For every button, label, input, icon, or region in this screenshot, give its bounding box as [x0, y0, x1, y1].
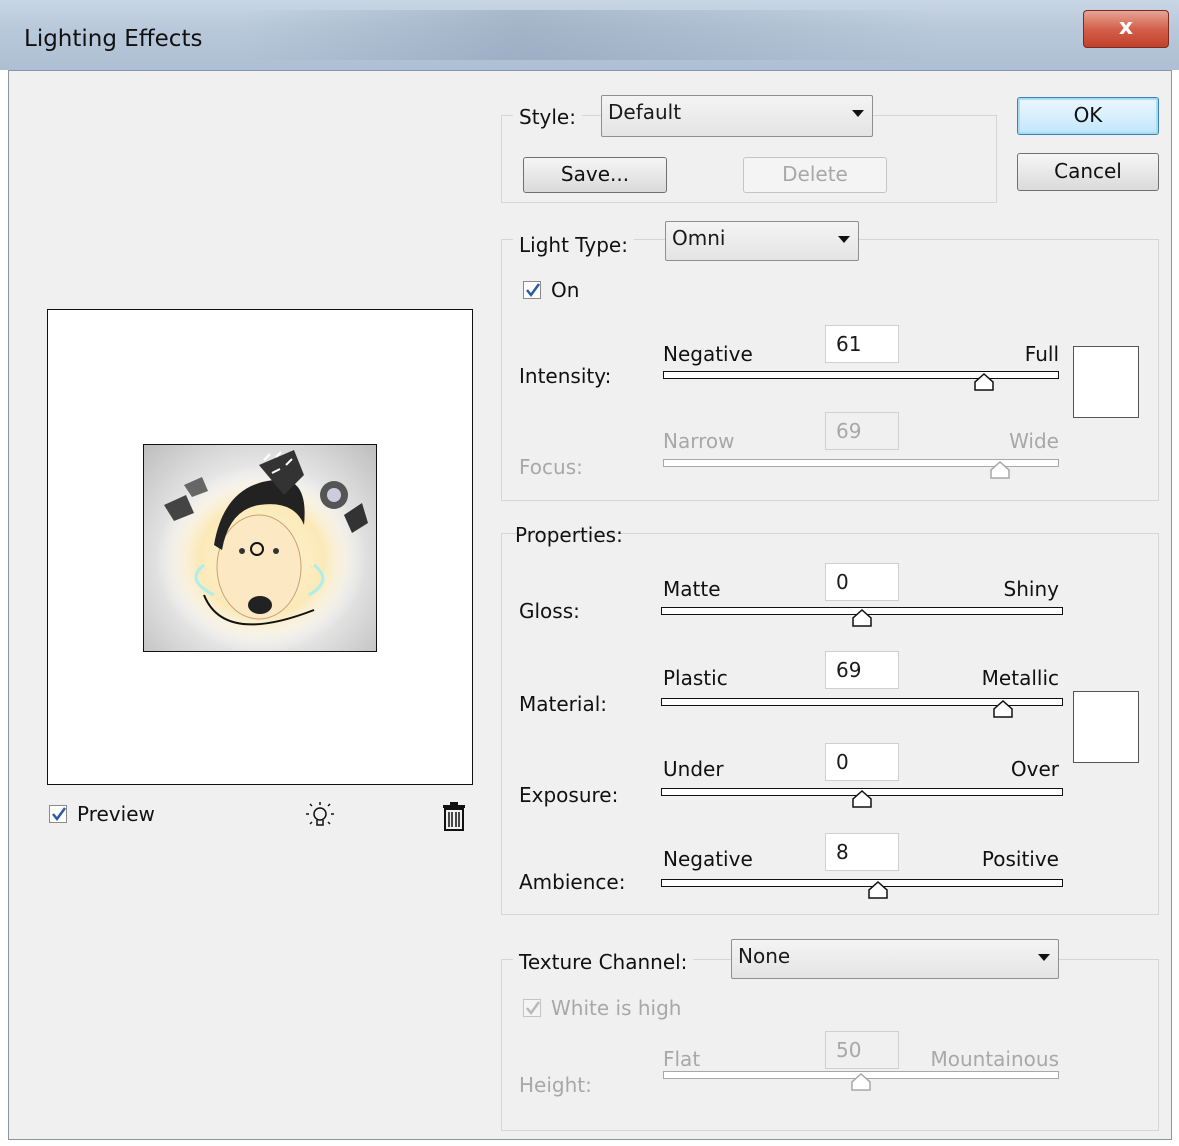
gloss-min-label: Matte — [663, 577, 721, 601]
dialog-client-area: Preview Style: Default Save... Delete OK… — [8, 70, 1172, 1140]
title-bar: Lighting Effects x — [0, 0, 1179, 70]
intensity-input[interactable]: 61 — [825, 325, 899, 363]
ambience-min-label: Negative — [663, 847, 753, 871]
preview-label: Preview — [77, 802, 155, 826]
style-label: Style: — [513, 105, 582, 129]
trash-icon[interactable] — [441, 801, 467, 835]
properties-label: Properties: — [515, 523, 623, 547]
style-select[interactable]: Default — [601, 95, 873, 137]
chevron-down-icon — [852, 110, 864, 117]
chevron-down-icon — [838, 236, 850, 243]
focus-slider-thumb[interactable] — [989, 460, 1010, 479]
check-mark-icon — [526, 1001, 541, 1016]
cancel-button[interactable]: Cancel — [1017, 153, 1159, 191]
height-min-label: Flat — [663, 1047, 701, 1071]
texture-channel-label: Texture Channel: — [513, 950, 694, 974]
intensity-max-label: Full — [1024, 342, 1059, 366]
lighting-effects-dialog: Lighting Effects x Preview Style: Defaul… — [0, 0, 1179, 1146]
light-color-swatch[interactable] — [1073, 346, 1139, 418]
close-icon: x — [1118, 15, 1134, 40]
intensity-min-label: Negative — [663, 342, 753, 366]
gloss-slider-thumb[interactable] — [852, 608, 872, 627]
ambience-input[interactable]: 8 — [825, 833, 899, 871]
ambience-max-label: Positive — [981, 847, 1059, 871]
focus-label: Focus: — [519, 455, 583, 479]
height-input[interactable]: 50 — [825, 1031, 899, 1069]
gloss-label: Gloss: — [519, 599, 580, 623]
ok-button[interactable]: OK — [1017, 97, 1159, 135]
material-slider-thumb[interactable] — [992, 699, 1013, 718]
light-bulb-icon[interactable] — [305, 801, 335, 835]
save-button[interactable]: Save... — [523, 157, 667, 193]
ambience-label: Ambience: — [519, 870, 626, 894]
window-title: Lighting Effects — [24, 26, 203, 52]
focus-input[interactable]: 69 — [825, 412, 899, 450]
material-input[interactable]: 69 — [825, 651, 899, 689]
gloss-max-label: Shiny — [1003, 577, 1059, 601]
intensity-label: Intensity: — [519, 364, 612, 388]
white-is-high-checkbox[interactable] — [523, 999, 541, 1017]
light-on-checkbox[interactable] — [523, 281, 541, 299]
style-select-value: Default — [608, 100, 682, 124]
white-is-high-label: White is high — [551, 996, 682, 1020]
ambience-slider-track[interactable] — [661, 879, 1063, 887]
delete-button[interactable]: Delete — [743, 157, 887, 193]
height-max-label: Mountainous — [930, 1047, 1059, 1071]
preview-checkbox[interactable] — [49, 805, 67, 823]
check-mark-icon — [526, 283, 541, 298]
material-min-label: Plastic — [663, 666, 728, 690]
ambience-color-swatch[interactable] — [1073, 691, 1139, 763]
exposure-input[interactable]: 0 — [825, 743, 899, 781]
ambience-slider-thumb[interactable] — [868, 880, 888, 899]
material-max-label: Metallic — [981, 666, 1059, 690]
exposure-min-label: Under — [663, 757, 724, 781]
preview-image — [143, 444, 377, 652]
gloss-input[interactable]: 0 — [825, 563, 899, 601]
material-label: Material: — [519, 692, 607, 716]
chevron-down-icon — [1038, 954, 1050, 961]
title-bar-glass — [240, 10, 940, 60]
texture-channel-select-value: None — [738, 944, 791, 968]
close-button[interactable]: x — [1083, 10, 1169, 48]
focus-max-label: Wide — [1009, 429, 1059, 453]
texture-channel-select[interactable]: None — [731, 939, 1059, 979]
focus-min-label: Narrow — [663, 429, 735, 453]
exposure-slider-thumb[interactable] — [852, 789, 872, 808]
light-type-select-value: Omni — [672, 226, 726, 250]
light-type-select[interactable]: Omni — [665, 221, 859, 261]
light-on-label: On — [551, 278, 580, 302]
light-type-label: Light Type: — [513, 233, 634, 257]
intensity-slider-track[interactable] — [663, 371, 1059, 379]
intensity-slider-thumb[interactable] — [974, 372, 994, 391]
check-mark-icon — [52, 807, 67, 822]
exposure-label: Exposure: — [519, 783, 619, 807]
exposure-max-label: Over — [1010, 757, 1059, 781]
height-label: Height: — [519, 1073, 592, 1097]
preview-image-art — [144, 445, 376, 651]
height-slider-thumb[interactable] — [851, 1072, 871, 1091]
preview-canvas[interactable] — [47, 309, 473, 785]
